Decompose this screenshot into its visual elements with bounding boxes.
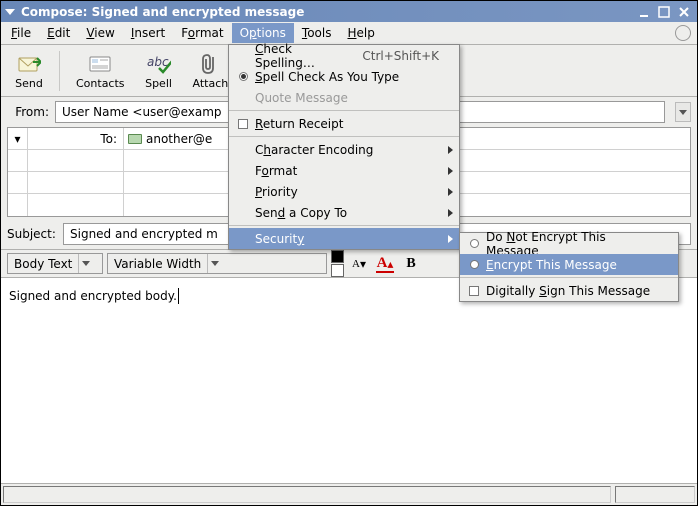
menuitem-do-not-encrypt[interactable]: Do Not Encrypt This Message <box>460 233 678 254</box>
status-pane-2 <box>615 486 695 503</box>
recipient-address[interactable]: another@e <box>146 132 212 146</box>
menu-view[interactable]: View <box>78 23 122 43</box>
menubar: File Edit View Insert Format Options Too… <box>1 22 697 45</box>
from-label: From: <box>7 105 49 119</box>
toolbar-separator <box>59 51 60 91</box>
send-icon <box>17 52 41 76</box>
contacts-icon <box>88 52 112 76</box>
menuitem-priority[interactable]: Priority <box>229 181 459 202</box>
spell-icon: abc <box>147 52 171 76</box>
bg-color-swatch[interactable] <box>331 264 344 277</box>
attach-icon <box>198 52 222 76</box>
menuitem-send-copy-to[interactable]: Send a Copy To <box>229 202 459 223</box>
from-dropdown-button[interactable] <box>675 102 691 122</box>
radio-off-icon <box>470 239 479 248</box>
decrease-font-button[interactable]: A▾ <box>348 253 370 275</box>
maximize-button[interactable] <box>655 4 673 20</box>
menuitem-spell-as-you-type[interactable]: Spell Check As You Type <box>229 66 459 87</box>
recipient-type[interactable]: To: <box>100 132 117 146</box>
menu-separator <box>460 277 678 278</box>
activity-icon <box>675 25 691 41</box>
spell-button[interactable]: abc Spell <box>137 48 181 94</box>
menu-help[interactable]: Help <box>339 23 382 43</box>
address-card-icon <box>128 134 142 144</box>
titlebar: Compose: Signed and encrypted message <box>1 1 697 22</box>
contacts-button[interactable]: Contacts <box>68 48 133 94</box>
checkbox-icon <box>238 119 248 129</box>
radio-on-icon <box>470 260 479 269</box>
radio-on-icon <box>239 72 248 81</box>
window-title: Compose: Signed and encrypted message <box>21 5 633 19</box>
menu-options[interactable]: Options <box>232 23 294 43</box>
menu-separator <box>229 136 459 137</box>
menuitem-encrypt[interactable]: Encrypt This Message <box>460 254 678 275</box>
increase-font-button[interactable]: A▴ <box>374 253 396 275</box>
menu-format[interactable]: Format <box>173 23 231 43</box>
compose-window: Compose: Signed and encrypted message Fi… <box>0 0 698 506</box>
close-button[interactable] <box>675 4 693 20</box>
text-color-swatch[interactable] <box>331 250 344 263</box>
from-value: User Name <user@examp <box>62 105 222 119</box>
text-cursor <box>178 288 179 304</box>
checkbox-icon <box>469 286 479 296</box>
status-pane-1 <box>3 486 611 503</box>
statusbar <box>1 483 697 505</box>
menu-separator <box>229 110 459 111</box>
send-button[interactable]: Send <box>7 48 51 94</box>
menuitem-quote-message: Quote Message <box>229 87 459 108</box>
menuitem-character-encoding[interactable]: Character Encoding <box>229 139 459 160</box>
menuitem-format[interactable]: Format <box>229 160 459 181</box>
menu-tools[interactable]: Tools <box>294 23 340 43</box>
menu-insert[interactable]: Insert <box>123 23 173 43</box>
subject-label: Subject: <box>7 227 57 241</box>
paragraph-style-combo[interactable]: Body Text <box>7 253 103 274</box>
menuitem-security[interactable]: Security <box>229 228 459 249</box>
body-text: Signed and encrypted body. <box>9 289 177 303</box>
menu-file[interactable]: File <box>3 23 39 43</box>
menuitem-digitally-sign[interactable]: Digitally Sign This Message <box>460 280 678 301</box>
menuitem-check-spelling[interactable]: Check Spelling…Ctrl+Shift+K <box>229 45 459 66</box>
options-dropdown: Check Spelling…Ctrl+Shift+K Spell Check … <box>228 44 460 250</box>
recipient-marker-icon: ▾ <box>14 132 20 146</box>
window-menu-icon[interactable] <box>5 9 15 15</box>
menu-edit[interactable]: Edit <box>39 23 78 43</box>
security-submenu: Do Not Encrypt This Message Encrypt This… <box>459 232 679 302</box>
message-body[interactable]: Signed and encrypted body. <box>1 278 697 483</box>
bold-button[interactable]: B <box>400 253 422 275</box>
font-family-combo[interactable]: Variable Width <box>107 253 327 274</box>
menu-separator <box>229 225 459 226</box>
menuitem-return-receipt[interactable]: Return Receipt <box>229 113 459 134</box>
minimize-button[interactable] <box>635 4 653 20</box>
